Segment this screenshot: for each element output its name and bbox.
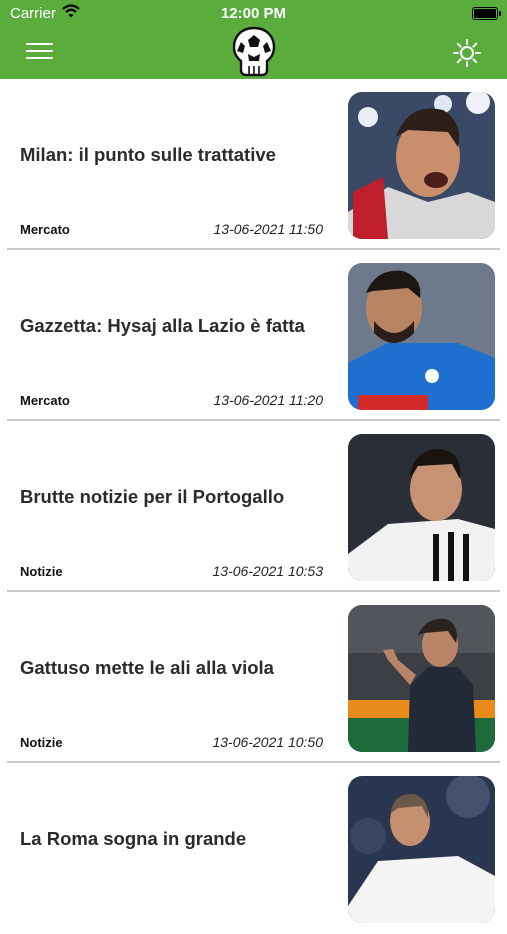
- theme-toggle-button[interactable]: [452, 38, 482, 68]
- news-title: Brutte notizie per il Portogallo: [20, 486, 285, 507]
- news-item[interactable]: Brutte notizie per il Portogallo Notizie…: [0, 421, 507, 592]
- news-item[interactable]: Gattuso mette le ali alla viola Notizie …: [0, 592, 507, 763]
- status-clock: 12:00 PM: [220, 5, 287, 22]
- news-item[interactable]: Gazzetta: Hysaj alla Lazio è fatta Merca…: [0, 250, 507, 421]
- news-date: 13-06-2021 10:50: [212, 734, 323, 750]
- news-date: 13-06-2021 11:20: [213, 392, 324, 408]
- news-title: Milan: il punto sulle trattative: [20, 144, 276, 165]
- menu-button[interactable]: [26, 43, 54, 63]
- news-thumbnail: [348, 434, 495, 581]
- status-bar: Carrier 12:00 PM: [0, 0, 507, 28]
- skull-football-logo: [232, 26, 276, 77]
- news-item[interactable]: Milan: il punto sulle trattative Mercato…: [0, 79, 507, 250]
- news-title: La Roma sogna in grande: [20, 828, 247, 849]
- app-logo: [232, 26, 276, 78]
- app-header: Carrier 12:00 PM: [0, 0, 507, 79]
- news-thumbnail: [348, 92, 495, 239]
- news-title: Gazzetta: Hysaj alla Lazio è fatta: [20, 315, 305, 336]
- news-date: 13-06-2021 10:53: [212, 563, 323, 579]
- battery-icon: [472, 7, 501, 20]
- news-list: Milan: il punto sulle trattative Mercato…: [0, 79, 507, 934]
- news-category: Notizie: [20, 564, 63, 579]
- news-thumbnail: [348, 263, 495, 410]
- news-category: Mercato: [20, 393, 70, 408]
- news-thumbnail: [348, 776, 495, 923]
- news-category: Notizie: [20, 735, 63, 750]
- sun-icon: [453, 39, 481, 67]
- news-thumbnail: [348, 605, 495, 752]
- hamburger-icon: [26, 43, 53, 45]
- news-category: Mercato: [20, 222, 70, 237]
- news-date: 13-06-2021 11:50: [213, 221, 324, 237]
- news-title: Gattuso mette le ali alla viola: [20, 657, 274, 678]
- news-item[interactable]: La Roma sogna in grande: [0, 763, 507, 934]
